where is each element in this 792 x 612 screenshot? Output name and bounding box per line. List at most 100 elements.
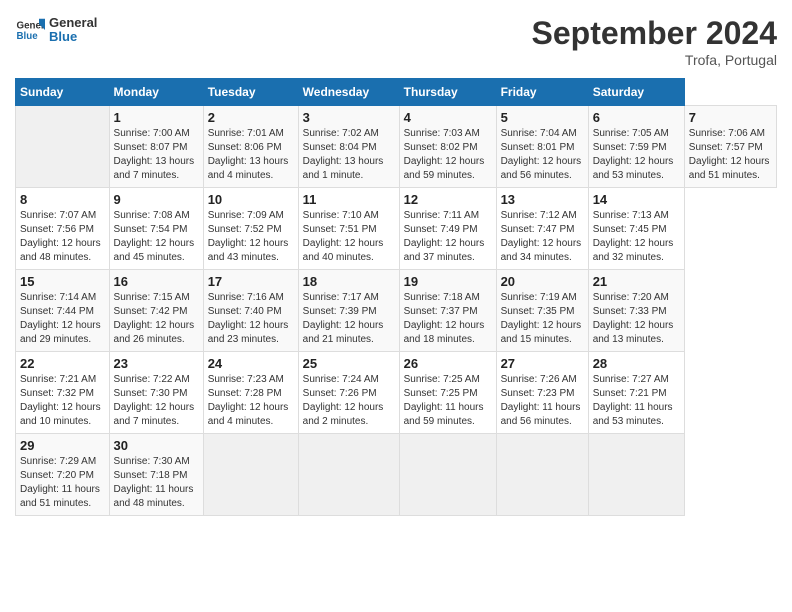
- calendar-header-row: Sunday Monday Tuesday Wednesday Thursday…: [16, 79, 777, 106]
- table-row: 16Sunrise: 7:15 AMSunset: 7:42 PMDayligh…: [109, 270, 203, 352]
- calendar-week-row: 1 Sunrise: 7:00 AMSunset: 8:07 PMDaylight…: [16, 106, 777, 188]
- day-info: Sunrise: 7:10 AMSunset: 7:51 PMDaylight:…: [303, 209, 395, 265]
- day-info: Sunrise: 7:16 AMSunset: 7:40 PMDaylight:…: [208, 291, 294, 347]
- table-row: [203, 434, 298, 516]
- calendar-week-row: 15 Sunrise: 7:14 AMSunset: 7:44 PMDayligh…: [16, 270, 777, 352]
- table-row: 3 Sunrise: 7:02 AMSunset: 8:04 PMDaylight…: [298, 106, 399, 188]
- day-info: Sunrise: 7:05 AMSunset: 7:59 PMDaylight:…: [593, 127, 680, 183]
- day-info: Sunrise: 7:29 AMSunset: 7:20 PMDaylight:…: [20, 455, 105, 511]
- day-info: Sunrise: 7:06 AMSunset: 7:57 PMDaylight:…: [689, 127, 772, 183]
- day-info: Sunrise: 7:08 AMSunset: 7:54 PMDaylight:…: [114, 209, 199, 265]
- day-info: Sunrise: 7:22 AMSunset: 7:30 PMDaylight:…: [114, 373, 199, 429]
- day-number: 15: [20, 274, 105, 289]
- col-wednesday: Wednesday: [298, 79, 399, 106]
- day-number: 4: [404, 110, 492, 125]
- day-info: Sunrise: 7:02 AMSunset: 8:04 PMDaylight:…: [303, 127, 395, 183]
- day-info: Sunrise: 7:30 AMSunset: 7:18 PMDaylight:…: [114, 455, 199, 511]
- day-info: Sunrise: 7:18 AMSunset: 7:37 PMDaylight:…: [404, 291, 492, 347]
- calendar-table: Sunday Monday Tuesday Wednesday Thursday…: [15, 78, 777, 516]
- table-row: 15 Sunrise: 7:14 AMSunset: 7:44 PMDayligh…: [16, 270, 110, 352]
- day-info: Sunrise: 7:27 AMSunset: 7:21 PMDaylight:…: [593, 373, 680, 429]
- day-number: 22: [20, 356, 105, 371]
- table-row: 2 Sunrise: 7:01 AMSunset: 8:06 PMDaylight…: [203, 106, 298, 188]
- day-info: Sunrise: 7:13 AMSunset: 7:45 PMDaylight:…: [593, 209, 680, 265]
- day-number: 20: [501, 274, 584, 289]
- day-number: 14: [593, 192, 680, 207]
- table-row: [298, 434, 399, 516]
- day-number: 24: [208, 356, 294, 371]
- logo-general-text: General: [49, 16, 97, 30]
- logo-icon: General Blue: [15, 15, 45, 45]
- table-row: 28 Sunrise: 7:27 AMSunset: 7:21 PMDayligh…: [588, 352, 684, 434]
- page: General Blue General Blue September 2024…: [0, 0, 792, 526]
- table-row: 13 Sunrise: 7:12 AMSunset: 7:47 PMDayligh…: [496, 188, 588, 270]
- day-info: Sunrise: 7:07 AMSunset: 7:56 PMDaylight:…: [20, 209, 105, 265]
- header: General Blue General Blue September 2024…: [15, 15, 777, 68]
- day-number: 17: [208, 274, 294, 289]
- day-number: 30: [114, 438, 199, 453]
- logo-blue-text: Blue: [49, 30, 97, 44]
- day-info: Sunrise: 7:25 AMSunset: 7:25 PMDaylight:…: [404, 373, 492, 429]
- day-number: 9: [114, 192, 199, 207]
- day-info: Sunrise: 7:00 AMSunset: 8:07 PMDaylight:…: [114, 127, 199, 183]
- table-row: [588, 434, 684, 516]
- month-title: September 2024: [532, 15, 777, 52]
- day-number: 21: [593, 274, 680, 289]
- table-row: 29 Sunrise: 7:29 AMSunset: 7:20 PMDayligh…: [16, 434, 110, 516]
- day-number: 28: [593, 356, 680, 371]
- table-row: 25 Sunrise: 7:24 AMSunset: 7:26 PMDayligh…: [298, 352, 399, 434]
- logo: General Blue General Blue: [15, 15, 97, 45]
- svg-text:Blue: Blue: [17, 31, 39, 42]
- subtitle: Trofa, Portugal: [532, 52, 777, 68]
- title-area: September 2024 Trofa, Portugal: [532, 15, 777, 68]
- day-number: 23: [114, 356, 199, 371]
- day-number: 19: [404, 274, 492, 289]
- day-info: Sunrise: 7:09 AMSunset: 7:52 PMDaylight:…: [208, 209, 294, 265]
- table-row: [496, 434, 588, 516]
- table-row: 4 Sunrise: 7:03 AMSunset: 8:02 PMDaylight…: [399, 106, 496, 188]
- table-row: 20 Sunrise: 7:19 AMSunset: 7:35 PMDayligh…: [496, 270, 588, 352]
- col-friday: Friday: [496, 79, 588, 106]
- table-row: 21 Sunrise: 7:20 AMSunset: 7:33 PMDayligh…: [588, 270, 684, 352]
- day-number: 8: [20, 192, 105, 207]
- col-thursday: Thursday: [399, 79, 496, 106]
- day-number: 29: [20, 438, 105, 453]
- table-row: 5Sunrise: 7:04 AMSunset: 8:01 PMDaylight…: [496, 106, 588, 188]
- day-number: 2: [208, 110, 294, 125]
- day-info: Sunrise: 7:14 AMSunset: 7:44 PMDaylight:…: [20, 291, 105, 347]
- table-row: 12Sunrise: 7:11 AMSunset: 7:49 PMDayligh…: [399, 188, 496, 270]
- calendar-week-row: 22Sunrise: 7:21 AMSunset: 7:32 PMDayligh…: [16, 352, 777, 434]
- day-info: Sunrise: 7:01 AMSunset: 8:06 PMDaylight:…: [208, 127, 294, 183]
- day-info: Sunrise: 7:11 AMSunset: 7:49 PMDaylight:…: [404, 209, 492, 265]
- table-row: 27 Sunrise: 7:26 AMSunset: 7:23 PMDayligh…: [496, 352, 588, 434]
- day-number: 10: [208, 192, 294, 207]
- day-info: Sunrise: 7:17 AMSunset: 7:39 PMDaylight:…: [303, 291, 395, 347]
- day-number: 18: [303, 274, 395, 289]
- table-row: [399, 434, 496, 516]
- day-info: Sunrise: 7:12 AMSunset: 7:47 PMDaylight:…: [501, 209, 584, 265]
- day-info: Sunrise: 7:19 AMSunset: 7:35 PMDaylight:…: [501, 291, 584, 347]
- table-row: 14 Sunrise: 7:13 AMSunset: 7:45 PMDayligh…: [588, 188, 684, 270]
- day-info: Sunrise: 7:03 AMSunset: 8:02 PMDaylight:…: [404, 127, 492, 183]
- table-row: 30 Sunrise: 7:30 AMSunset: 7:18 PMDayligh…: [109, 434, 203, 516]
- col-saturday: Saturday: [588, 79, 684, 106]
- day-info: Sunrise: 7:26 AMSunset: 7:23 PMDaylight:…: [501, 373, 584, 429]
- day-number: 1: [114, 110, 199, 125]
- day-info: Sunrise: 7:24 AMSunset: 7:26 PMDaylight:…: [303, 373, 395, 429]
- day-number: 3: [303, 110, 395, 125]
- table-row: 1 Sunrise: 7:00 AMSunset: 8:07 PMDaylight…: [109, 106, 203, 188]
- day-number: 27: [501, 356, 584, 371]
- day-number: 25: [303, 356, 395, 371]
- table-row: 6Sunrise: 7:05 AMSunset: 7:59 PMDaylight…: [588, 106, 684, 188]
- table-row: 18 Sunrise: 7:17 AMSunset: 7:39 PMDayligh…: [298, 270, 399, 352]
- table-row: 22Sunrise: 7:21 AMSunset: 7:32 PMDayligh…: [16, 352, 110, 434]
- day-info: Sunrise: 7:15 AMSunset: 7:42 PMDaylight:…: [114, 291, 199, 347]
- table-row: 11Sunrise: 7:10 AMSunset: 7:51 PMDayligh…: [298, 188, 399, 270]
- table-row: 7Sunrise: 7:06 AMSunset: 7:57 PMDaylight…: [684, 106, 776, 188]
- day-info: Sunrise: 7:23 AMSunset: 7:28 PMDaylight:…: [208, 373, 294, 429]
- table-row: 9 Sunrise: 7:08 AMSunset: 7:54 PMDaylight…: [109, 188, 203, 270]
- col-sunday: Sunday: [16, 79, 110, 106]
- day-info: Sunrise: 7:20 AMSunset: 7:33 PMDaylight:…: [593, 291, 680, 347]
- col-tuesday: Tuesday: [203, 79, 298, 106]
- day-number: 13: [501, 192, 584, 207]
